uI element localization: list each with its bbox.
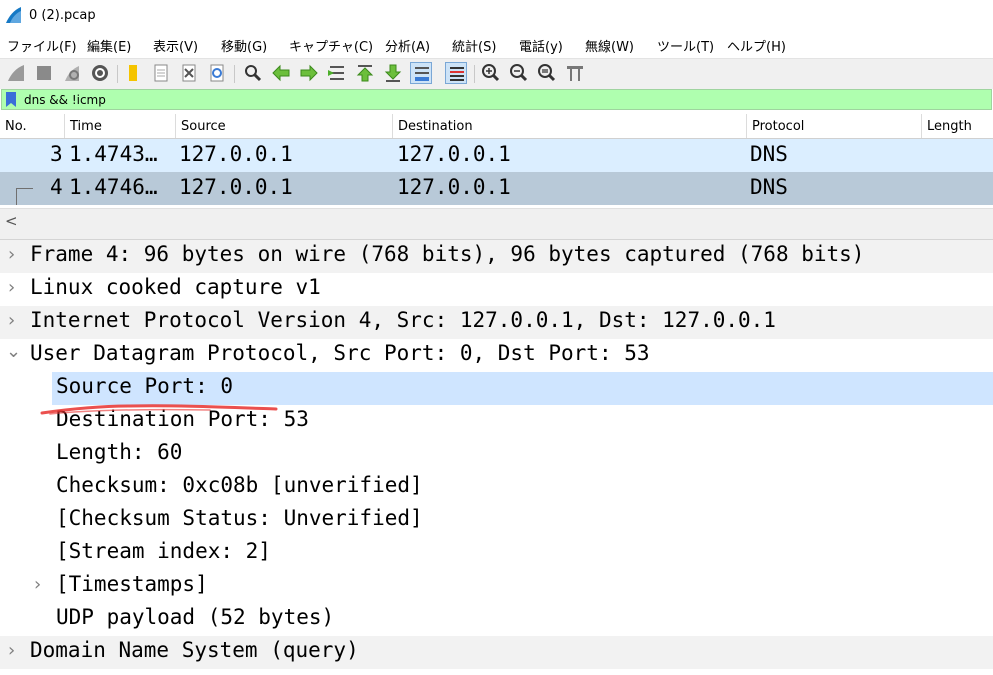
detail-row-length[interactable]: Length: 60: [0, 438, 993, 471]
packet-destination: 127.0.0.1: [397, 142, 511, 166]
detail-text: Frame 4: 96 bytes on wire (768 bits), 96…: [30, 242, 865, 266]
packet-protocol: DNS: [750, 175, 788, 199]
packet-no: 4: [50, 175, 63, 199]
save-file-icon[interactable]: [150, 62, 172, 84]
expand-arrow-icon[interactable]: ›: [34, 574, 41, 595]
detail-row-timestamps[interactable]: › [Timestamps]: [0, 570, 993, 603]
column-header-protocol[interactable]: Protocol: [747, 114, 922, 138]
shark-fin-start-icon[interactable]: [5, 62, 27, 84]
menu-edit[interactable]: 編集(E): [87, 36, 131, 55]
zoom-out-icon[interactable]: [508, 62, 530, 84]
packet-no: 3: [50, 142, 63, 166]
detail-text: User Datagram Protocol, Src Port: 0, Dst…: [30, 341, 650, 365]
forward-arrow-icon[interactable]: [298, 62, 320, 84]
menu-tools[interactable]: ツール(T): [657, 36, 714, 55]
packet-list-header: No. Time Source Destination Protocol Len…: [0, 114, 993, 139]
packet-source: 127.0.0.1: [179, 142, 293, 166]
last-packet-icon[interactable]: [382, 62, 404, 84]
menu-wireless[interactable]: 無線(W): [585, 36, 634, 55]
menu-statistics[interactable]: 統計(S): [452, 36, 496, 55]
reload-icon[interactable]: [206, 62, 228, 84]
detail-text: Checksum: 0xc08b [unverified]: [56, 473, 423, 497]
horizontal-scrollbar[interactable]: <: [0, 208, 993, 233]
pane-splitter[interactable]: [0, 232, 993, 240]
menu-analyze[interactable]: 分析(A): [385, 36, 430, 55]
autoscroll-icon[interactable]: [410, 62, 432, 84]
close-file-icon[interactable]: [178, 62, 200, 84]
detail-text: Length: 60: [56, 440, 183, 464]
zoom-in-icon[interactable]: [480, 62, 502, 84]
colorize-icon[interactable]: [445, 62, 467, 84]
packet-time: 1.4746…: [69, 175, 158, 199]
related-packet-indicator: [16, 188, 33, 205]
detail-row-frame[interactable]: › Frame 4: 96 bytes on wire (768 bits), …: [0, 240, 993, 273]
window-title: 0 (2).pcap: [29, 8, 96, 23]
detail-text: Internet Protocol Version 4, Src: 127.0.…: [30, 308, 776, 332]
packet-time: 1.4743…: [69, 142, 158, 166]
bookmark-icon[interactable]: [6, 92, 16, 107]
main-toolbar: [0, 58, 993, 89]
scroll-left-icon[interactable]: <: [5, 212, 18, 230]
packet-protocol: DNS: [750, 142, 788, 166]
detail-row-source-port[interactable]: Source Port: 0: [0, 372, 993, 405]
detail-row-linux-cooked[interactable]: › Linux cooked capture v1: [0, 273, 993, 306]
display-filter-input[interactable]: [24, 91, 984, 108]
options-gear-icon[interactable]: [89, 62, 111, 84]
expand-arrow-icon[interactable]: ›: [8, 310, 15, 331]
menu-capture[interactable]: キャプチャ(C): [289, 36, 373, 55]
detail-text: [Stream index: 2]: [56, 539, 271, 563]
column-header-time[interactable]: Time: [65, 114, 176, 138]
title-bar: 0 (2).pcap: [0, 0, 993, 32]
collapse-arrow-icon[interactable]: ⌄: [6, 341, 21, 362]
menu-go[interactable]: 移動(G): [221, 36, 267, 55]
detail-row-udp[interactable]: ⌄ User Datagram Protocol, Src Port: 0, D…: [0, 339, 993, 372]
detail-text: Source Port: 0: [56, 374, 234, 398]
detail-text: Domain Name System (query): [30, 638, 359, 662]
go-to-packet-icon[interactable]: [326, 62, 348, 84]
detail-row-destination-port[interactable]: Destination Port: 53: [0, 405, 993, 438]
detail-text: UDP payload (52 bytes): [56, 605, 335, 629]
wireshark-logo-icon: [6, 7, 21, 23]
detail-text: Linux cooked capture v1: [30, 275, 321, 299]
detail-row-udp-payload[interactable]: UDP payload (52 bytes): [0, 603, 993, 636]
detail-text: Destination Port: 53: [56, 407, 309, 431]
expand-arrow-icon[interactable]: ›: [8, 244, 15, 265]
packet-source: 127.0.0.1: [179, 175, 293, 199]
detail-row-stream-index[interactable]: [Stream index: 2]: [0, 537, 993, 570]
menu-view[interactable]: 表示(V): [153, 36, 198, 55]
expand-arrow-icon[interactable]: ›: [8, 640, 15, 661]
column-header-destination[interactable]: Destination: [393, 114, 747, 138]
first-packet-icon[interactable]: [354, 62, 376, 84]
menu-file[interactable]: ファイル(F): [7, 36, 77, 55]
packet-row-selected[interactable]: 4 1.4746… 127.0.0.1 127.0.0.1 DNS: [0, 172, 993, 205]
column-header-length[interactable]: Length: [922, 114, 993, 138]
detail-row-ipv4[interactable]: › Internet Protocol Version 4, Src: 127.…: [0, 306, 993, 339]
resize-columns-icon[interactable]: [564, 62, 586, 84]
packet-destination: 127.0.0.1: [397, 175, 511, 199]
zoom-normal-icon[interactable]: [536, 62, 558, 84]
restart-icon[interactable]: [61, 62, 83, 84]
column-header-source[interactable]: Source: [176, 114, 393, 138]
back-arrow-icon[interactable]: [270, 62, 292, 84]
detail-row-dns[interactable]: › Domain Name System (query): [0, 636, 993, 669]
detail-row-checksum[interactable]: Checksum: 0xc08b [unverified]: [0, 471, 993, 504]
find-icon[interactable]: [242, 62, 264, 84]
menu-help[interactable]: ヘルプ(H): [727, 36, 786, 55]
open-folder-icon[interactable]: [122, 62, 144, 84]
stop-icon[interactable]: [33, 62, 55, 84]
menu-bar: ファイル(F) 編集(E) 表示(V) 移動(G) キャプチャ(C) 分析(A)…: [0, 32, 993, 58]
detail-text: [Timestamps]: [56, 572, 208, 596]
column-header-no[interactable]: No.: [0, 114, 65, 138]
display-filter-bar: [1, 89, 992, 110]
packet-row[interactable]: 3 1.4743… 127.0.0.1 127.0.0.1 DNS: [0, 139, 993, 172]
detail-text: [Checksum Status: Unverified]: [56, 506, 423, 530]
menu-telephony[interactable]: 電話(y): [519, 36, 563, 55]
packet-details-pane: › Frame 4: 96 bytes on wire (768 bits), …: [0, 240, 993, 675]
expand-arrow-icon[interactable]: ›: [8, 277, 15, 298]
detail-row-checksum-status[interactable]: [Checksum Status: Unverified]: [0, 504, 993, 537]
